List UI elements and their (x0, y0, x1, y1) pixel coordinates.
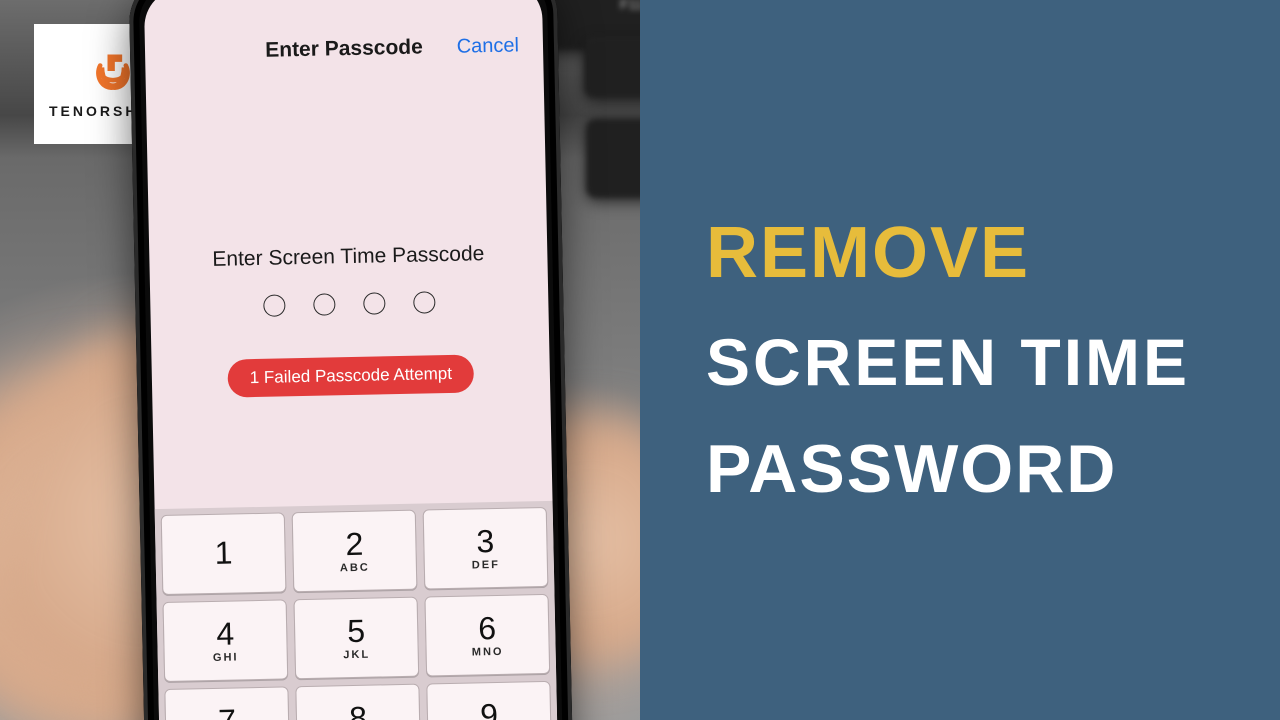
keypad-key-4[interactable]: 4GHI (163, 599, 289, 682)
keypad-key-1[interactable]: 1 (161, 512, 287, 595)
numeric-keypad: 1 2 ABC 3 DEF 4GHI 5 JKL 6 MNO 7PQRS 8TUV 9W… (155, 501, 561, 720)
key-letters: JKL (343, 649, 370, 662)
keypad-key-7[interactable]: 7PQRS (164, 686, 290, 720)
key-digit: 1 (214, 537, 232, 569)
keypad-key-3[interactable]: 3 DEF (423, 507, 549, 590)
navbar: Enter Passcode Cancel (145, 23, 544, 75)
keypad-key-6[interactable]: 6 MNO (425, 594, 551, 677)
headline-line3: PASSWORD (706, 435, 1280, 503)
phone-device: Enter Passcode Cancel Enter Screen Time … (128, 0, 575, 720)
keypad-key-2[interactable]: 2 ABC (292, 510, 418, 593)
key-digit: 9 (480, 699, 498, 720)
key-letters: ABC (340, 562, 370, 575)
passcode-prompt: Enter Screen Time Passcode (149, 241, 547, 273)
photo-left-pane: F11 F12 TENORSHARE Enter Passcode Cancel (0, 0, 640, 720)
passcode-dot (313, 293, 335, 315)
key-digit: 4 (216, 618, 234, 650)
key-digit: 5 (347, 615, 365, 647)
passcode-dot (413, 291, 435, 313)
key-digit: 8 (349, 702, 367, 720)
key-digit: 3 (476, 525, 494, 557)
headline-line2: SCREEN TIME (706, 329, 1280, 395)
thumbnail-stage: F11 F12 TENORSHARE Enter Passcode Cancel (0, 0, 1280, 720)
passcode-dot (363, 292, 385, 314)
passcode-dots (150, 289, 548, 319)
key-digit: 2 (345, 528, 363, 560)
tenorshare-logo-icon (91, 49, 135, 93)
navbar-title: Enter Passcode (265, 35, 423, 62)
key-letters: DEF (472, 559, 500, 572)
passcode-dot (263, 294, 285, 316)
headline-line1: REMOVE (706, 217, 1280, 289)
phone-screen: Enter Passcode Cancel Enter Screen Time … (144, 0, 561, 720)
passcode-error-badge: 1 Failed Passcode Attempt (227, 354, 474, 397)
key-digit: 7 (218, 704, 236, 720)
key-letters: MNO (472, 646, 504, 659)
key-digit: 6 (478, 612, 496, 644)
key-letters: GHI (213, 651, 239, 664)
keypad-key-5[interactable]: 5 JKL (294, 597, 420, 680)
keypad-key-8[interactable]: 8TUV (295, 684, 421, 720)
keypad-key-9[interactable]: 9WXYZ (426, 681, 552, 720)
cancel-button[interactable]: Cancel (456, 34, 519, 58)
title-panel: REMOVE SCREEN TIME PASSWORD (640, 0, 1280, 720)
